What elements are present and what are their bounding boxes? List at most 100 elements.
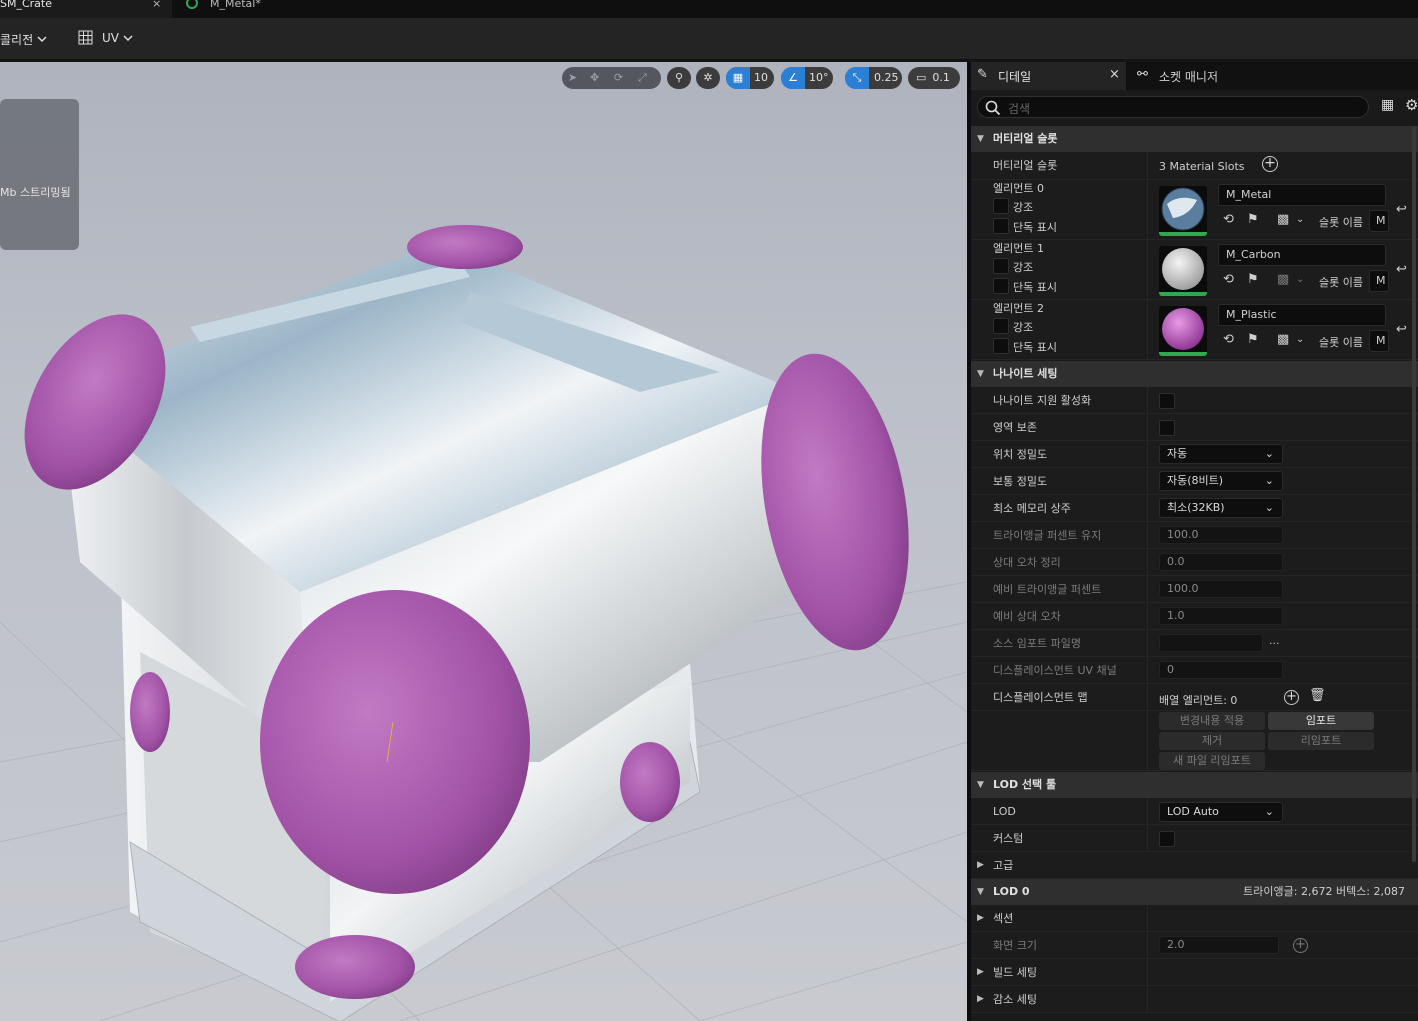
highlight-checkbox[interactable] <box>993 318 1009 334</box>
grid-snap-value[interactable]: 10 <box>754 67 768 89</box>
reimport-new-file-button[interactable]: 새 파일 리임포트 <box>1159 752 1265 770</box>
settings-gear-icon[interactable]: ⚙ <box>1405 96 1418 114</box>
chevron-down-icon[interactable]: ⌄ <box>1296 334 1304 345</box>
tab-m-metal[interactable]: M_Metal* <box>180 0 380 18</box>
tab-details[interactable]: ✎ 디테일 × <box>971 62 1126 90</box>
browse-icon[interactable]: ⚑ <box>1247 332 1259 347</box>
browse-icon[interactable]: ⚑ <box>1247 212 1259 227</box>
checker-icon[interactable]: ▩ <box>1277 212 1289 227</box>
reduction-settings-row[interactable]: ▶ 감소 세팅 <box>971 986 1418 1013</box>
collision-menu[interactable]: 콜리전 <box>0 30 48 48</box>
isolate-checkbox[interactable] <box>993 278 1009 294</box>
material-picker[interactable]: M_Metal <box>1218 184 1386 206</box>
slot-name-field[interactable]: M <box>1369 210 1389 232</box>
browse-ellipsis-button[interactable]: ... <box>1269 634 1280 647</box>
trash-icon[interactable]: 🗑 <box>1309 688 1326 703</box>
tab-socket-label: 소켓 매니저 <box>1159 70 1219 84</box>
scale-icon[interactable]: ⤢ <box>638 67 660 89</box>
screen-size-field[interactable]: 2.0 <box>1159 936 1279 954</box>
tab-close-icon[interactable]: × <box>152 0 161 10</box>
position-precision-dropdown[interactable]: 자동 ⌄ <box>1159 444 1283 464</box>
camera-speed-value[interactable]: 0.1 <box>932 67 950 89</box>
3d-viewport[interactable]: Mb 스트리밍됨 ➤ ✥ ⟳ ⤢ ⚲ ✲ ▦ 10 ∠ 10° ⤡ 0.25 ▭… <box>0 62 967 1021</box>
surface-snap-toggle[interactable]: ✲ <box>696 67 720 89</box>
lod-dropdown[interactable]: LOD Auto ⌄ <box>1159 802 1283 822</box>
scale-snap-value[interactable]: 0.25 <box>874 67 899 89</box>
scale-snap-control[interactable]: ⤡ 0.25 <box>845 67 902 89</box>
rotate-icon[interactable]: ⟳ <box>614 67 638 89</box>
use-selected-icon[interactable]: ⟲ <box>1223 272 1234 287</box>
material-thumbnail[interactable] <box>1159 186 1207 236</box>
column-divider[interactable] <box>1147 387 1148 771</box>
tab-socket-manager[interactable]: ⚯ 소켓 매니저 <box>1131 62 1261 90</box>
table-view-icon[interactable]: ▦ <box>1381 97 1394 113</box>
grid-snap-control[interactable]: ▦ 10 <box>726 67 774 89</box>
reset-arrow-icon[interactable]: ↩ <box>1396 322 1407 337</box>
browse-icon[interactable]: ⚑ <box>1247 272 1259 287</box>
reset-arrow-icon[interactable]: ↩ <box>1396 202 1407 217</box>
section-title: 나나이트 세팅 <box>993 367 1058 380</box>
fallback-triangle-percent-field[interactable]: 100.0 <box>1159 580 1283 598</box>
camera-speed-control[interactable]: ▭ 0.1 <box>908 67 960 89</box>
preserve-area-checkbox[interactable] <box>1159 420 1175 436</box>
nanite-enable-checkbox[interactable] <box>1159 393 1175 409</box>
angle-snap-icon[interactable]: ∠ <box>781 67 805 89</box>
select-icon[interactable]: ➤ <box>568 67 590 89</box>
material-thumbnail[interactable] <box>1159 246 1207 296</box>
normal-precision-dropdown[interactable]: 자동(8비트) ⌄ <box>1159 471 1283 491</box>
keep-triangle-percent-field[interactable]: 100.0 <box>1159 526 1283 544</box>
row-label: 최소 메모리 상주 <box>993 502 1071 515</box>
apply-changes-button[interactable]: 변경내용 적용 <box>1159 712 1265 730</box>
slot-name-field[interactable]: M <box>1369 270 1389 292</box>
slot-name-field[interactable]: M <box>1369 330 1389 352</box>
close-icon[interactable]: × <box>1109 67 1120 82</box>
scale-snap-icon[interactable]: ⤡ <box>845 67 869 89</box>
add-element-icon[interactable]: + <box>1284 690 1299 705</box>
section-lod-picker[interactable]: ▼ LOD 선택 툴 <box>971 772 1418 798</box>
min-residency-dropdown[interactable]: 최소(32KB) ⌄ <box>1159 498 1283 518</box>
column-divider[interactable] <box>1147 905 1148 1013</box>
custom-checkbox[interactable] <box>1159 831 1175 847</box>
advanced-row[interactable]: ▶ 고급 <box>971 852 1418 879</box>
add-slot-icon[interactable]: + <box>1262 156 1278 172</box>
world-local-toggle[interactable]: ⚲ <box>667 67 691 89</box>
column-divider[interactable] <box>1147 152 1148 360</box>
sections-row[interactable]: ▶ 섹션 <box>971 905 1418 932</box>
import-button[interactable]: 임포트 <box>1268 712 1374 730</box>
source-import-filename-field[interactable] <box>1159 634 1263 652</box>
chevron-down-icon[interactable]: ⌄ <box>1296 214 1304 225</box>
build-settings-row[interactable]: ▶ 빌드 세팅 <box>971 959 1418 986</box>
add-icon[interactable]: + <box>1293 938 1308 953</box>
use-selected-icon[interactable]: ⟲ <box>1223 212 1234 227</box>
isolate-checkbox[interactable] <box>993 338 1009 354</box>
details-scrollbar[interactable] <box>1412 126 1416 862</box>
isolate-checkbox[interactable] <box>993 218 1009 234</box>
reset-arrow-icon[interactable]: ↩ <box>1396 262 1407 277</box>
highlight-checkbox[interactable] <box>993 258 1009 274</box>
transform-tools[interactable]: ➤ ✥ ⟳ ⤢ <box>562 67 661 89</box>
rotation-snap-value[interactable]: 10° <box>809 67 829 89</box>
section-material-slots[interactable]: ▼ 머티리얼 슬롯 <box>971 126 1418 152</box>
checker-icon[interactable]: ▩ <box>1277 332 1289 347</box>
checker-icon[interactable]: ▩ <box>1277 272 1289 287</box>
reimport-button[interactable]: 리임포트 <box>1268 732 1374 750</box>
remove-button[interactable]: 제거 <box>1159 732 1265 750</box>
displacement-uv-field[interactable]: 0 <box>1159 661 1283 679</box>
column-divider[interactable] <box>1147 798 1148 852</box>
tab-sm-crate[interactable]: SM_Crate × <box>0 0 172 18</box>
rotation-snap-control[interactable]: ∠ 10° <box>781 67 833 89</box>
material-thumbnail[interactable] <box>1159 306 1207 356</box>
material-picker[interactable]: M_Carbon <box>1218 244 1386 266</box>
fallback-relative-error-field[interactable]: 1.0 <box>1159 607 1283 625</box>
grid-snap-icon[interactable]: ▦ <box>726 67 750 89</box>
material-picker[interactable]: M_Plastic <box>1218 304 1386 326</box>
section-lod0[interactable]: ▼ LOD 0 트라이앵글: 2,672 버텍스: 2,087 <box>971 879 1418 905</box>
trim-relative-error-field[interactable]: 0.0 <box>1159 553 1283 571</box>
section-nanite[interactable]: ▼ 나나이트 세팅 <box>971 361 1418 387</box>
search-input[interactable]: 검색 <box>977 96 1369 118</box>
uv-menu[interactable]: UV <box>78 29 134 47</box>
highlight-checkbox[interactable] <box>993 198 1009 214</box>
move-icon[interactable]: ✥ <box>590 67 614 89</box>
use-selected-icon[interactable]: ⟲ <box>1223 332 1234 347</box>
chevron-down-icon[interactable]: ⌄ <box>1296 274 1304 285</box>
